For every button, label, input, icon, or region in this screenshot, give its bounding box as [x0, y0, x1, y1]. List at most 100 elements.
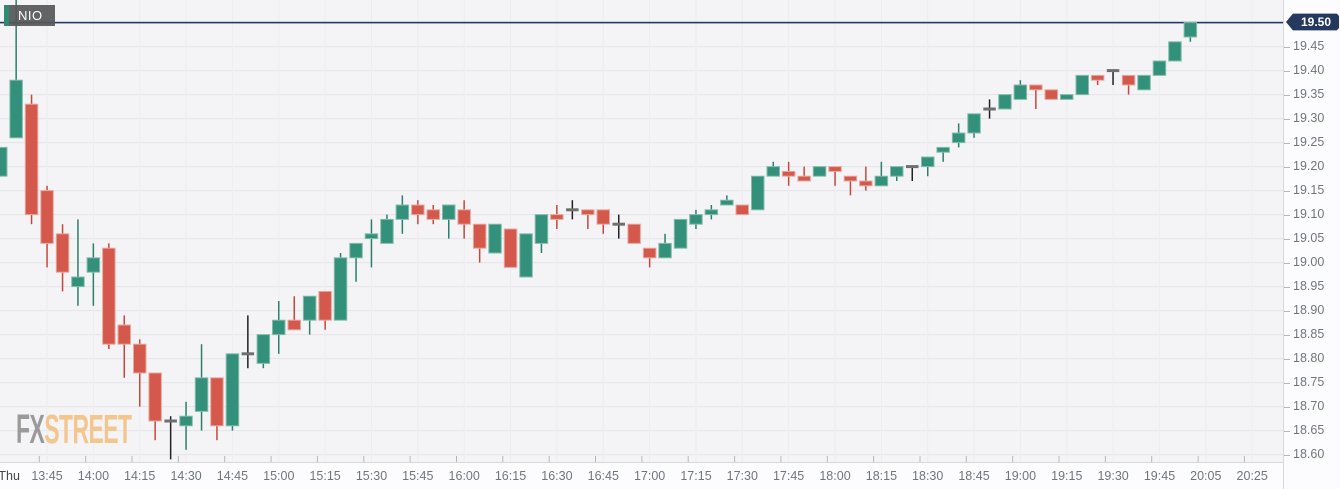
candle-14:00[interactable] [86, 243, 101, 306]
price-tick [1284, 94, 1290, 96]
candle-17:20[interactable] [704, 205, 719, 220]
candle-19:35[interactable] [1121, 74, 1136, 95]
price-axis-label: 18.90 [1293, 303, 1325, 318]
candle-19:00[interactable] [1013, 80, 1028, 100]
candle-19:25[interactable] [1090, 74, 1105, 85]
candle-15:10[interactable] [302, 295, 317, 335]
candle-15:15[interactable] [318, 290, 332, 330]
price-tick [1284, 142, 1290, 144]
price-axis-label: 18.80 [1293, 351, 1325, 366]
candle-18:15[interactable] [874, 161, 889, 187]
candle-14:25[interactable] [164, 416, 177, 460]
candle-15:20[interactable] [333, 253, 348, 321]
time-axis[interactable]: Thu 13:45 14:00 14:15 14:30 14:45 15:00 15:15 15… [0, 462, 1283, 489]
candle-16:50[interactable] [612, 214, 626, 239]
candle-18:25[interactable] [906, 165, 919, 181]
candle-15:45[interactable] [411, 200, 425, 225]
candle-14:45[interactable] [225, 353, 240, 431]
candle-19:20[interactable] [1075, 74, 1089, 96]
candle-18:50[interactable] [983, 99, 996, 119]
candle-17:35[interactable] [751, 175, 765, 211]
candle-16:55[interactable] [627, 223, 641, 244]
candle-19:40[interactable] [1137, 74, 1151, 91]
candle-17:15[interactable] [689, 209, 703, 229]
candle-19:05[interactable] [1029, 84, 1043, 109]
candle-16:20[interactable] [519, 233, 533, 278]
price-tick [1284, 286, 1290, 288]
candle-14:50[interactable] [241, 315, 255, 369]
time-axis-label: 18:30 [912, 469, 944, 483]
candle-14:05[interactable] [102, 243, 116, 349]
candle-17:30[interactable] [735, 204, 749, 216]
symbol-name: NIO [9, 5, 55, 26]
candle-15:30[interactable] [364, 219, 379, 268]
time-axis-label: 18:15 [865, 469, 898, 483]
candlestick-chart[interactable] [0, 0, 1283, 462]
time-axis-label: 14:45 [216, 469, 249, 483]
candle-15:40[interactable] [395, 195, 410, 234]
candle-15:50[interactable] [426, 205, 440, 225]
candle-16:25[interactable] [534, 214, 549, 253]
time-axis-label: 13:45 [31, 469, 63, 483]
candle-14:30[interactable] [179, 401, 193, 450]
candle-15:35[interactable] [380, 214, 394, 244]
candle-19:45[interactable] [1152, 60, 1167, 76]
candle-19:10[interactable] [1044, 89, 1058, 100]
candle-13:50[interactable] [55, 224, 70, 292]
time-axis-label: 14:30 [170, 469, 202, 483]
price-tick [1284, 430, 1290, 432]
candle-16:40[interactable] [581, 209, 595, 229]
candle-18:30[interactable] [921, 156, 935, 177]
candle-16:00[interactable] [457, 200, 471, 239]
candle-16:45[interactable] [596, 209, 610, 234]
price-axis-label: 19.20 [1293, 159, 1325, 174]
candle-16:30[interactable] [550, 205, 564, 229]
price-axis-label: 19.15 [1293, 183, 1325, 198]
candle-15:05[interactable] [287, 296, 301, 331]
time-axis-label: 17:00 [633, 469, 666, 483]
candle-18:05[interactable] [843, 175, 858, 196]
candle-17:45[interactable] [781, 161, 796, 186]
candle-18:40[interactable] [951, 123, 966, 148]
candle-13:30[interactable] [0, 146, 8, 177]
price-axis-label: 18.85 [1293, 327, 1325, 342]
candle-14:35[interactable] [194, 344, 209, 431]
candle-16:05[interactable] [472, 223, 487, 263]
candle-16:15[interactable] [503, 228, 518, 268]
candle-17:10[interactable] [673, 218, 688, 249]
candle-17:55[interactable] [812, 166, 827, 177]
candle-15:00[interactable] [272, 301, 286, 354]
time-axis-label: 14:15 [124, 469, 156, 483]
price-axis[interactable]: 19.50 19.45 19.40 19.35 19.30 19.25 19.20 19.1… [1283, 0, 1340, 489]
candle-14:10[interactable] [117, 315, 131, 378]
price-pane[interactable]: NIO FXSTREET [0, 0, 1283, 462]
price-tick [1284, 262, 1290, 264]
candle-19:55[interactable] [1183, 22, 1198, 42]
candle-18:45[interactable] [967, 113, 981, 138]
current-price-line [0, 21, 1283, 24]
candle-14:55[interactable] [256, 334, 271, 369]
candle-13:40[interactable] [24, 94, 39, 225]
candle-19:15[interactable] [1060, 94, 1074, 100]
candle-18:35[interactable] [936, 146, 950, 162]
candle-18:55[interactable] [998, 94, 1012, 110]
candle-16:10[interactable] [488, 223, 502, 254]
candle-19:50[interactable] [1168, 41, 1182, 62]
candle-17:05[interactable] [658, 233, 672, 259]
candle-17:00[interactable] [642, 247, 657, 268]
candle-16:35[interactable] [566, 200, 579, 220]
candle-15:55[interactable] [442, 204, 456, 239]
candle-19:30[interactable] [1106, 69, 1120, 85]
candle-13:45[interactable] [40, 185, 54, 268]
price-axis-label: 19.40 [1293, 63, 1325, 78]
candle-17:50[interactable] [797, 166, 811, 182]
price-tick [1284, 166, 1290, 168]
h-gridlines [0, 46, 1283, 456]
candle-14:15[interactable] [133, 339, 147, 407]
candle-18:20[interactable] [890, 166, 904, 181]
candle-17:25[interactable] [720, 195, 734, 206]
candle-17:40[interactable] [766, 161, 780, 177]
candle-18:10[interactable] [859, 166, 873, 191]
price-tick [1284, 214, 1290, 216]
candle-18:00[interactable] [828, 166, 842, 186]
